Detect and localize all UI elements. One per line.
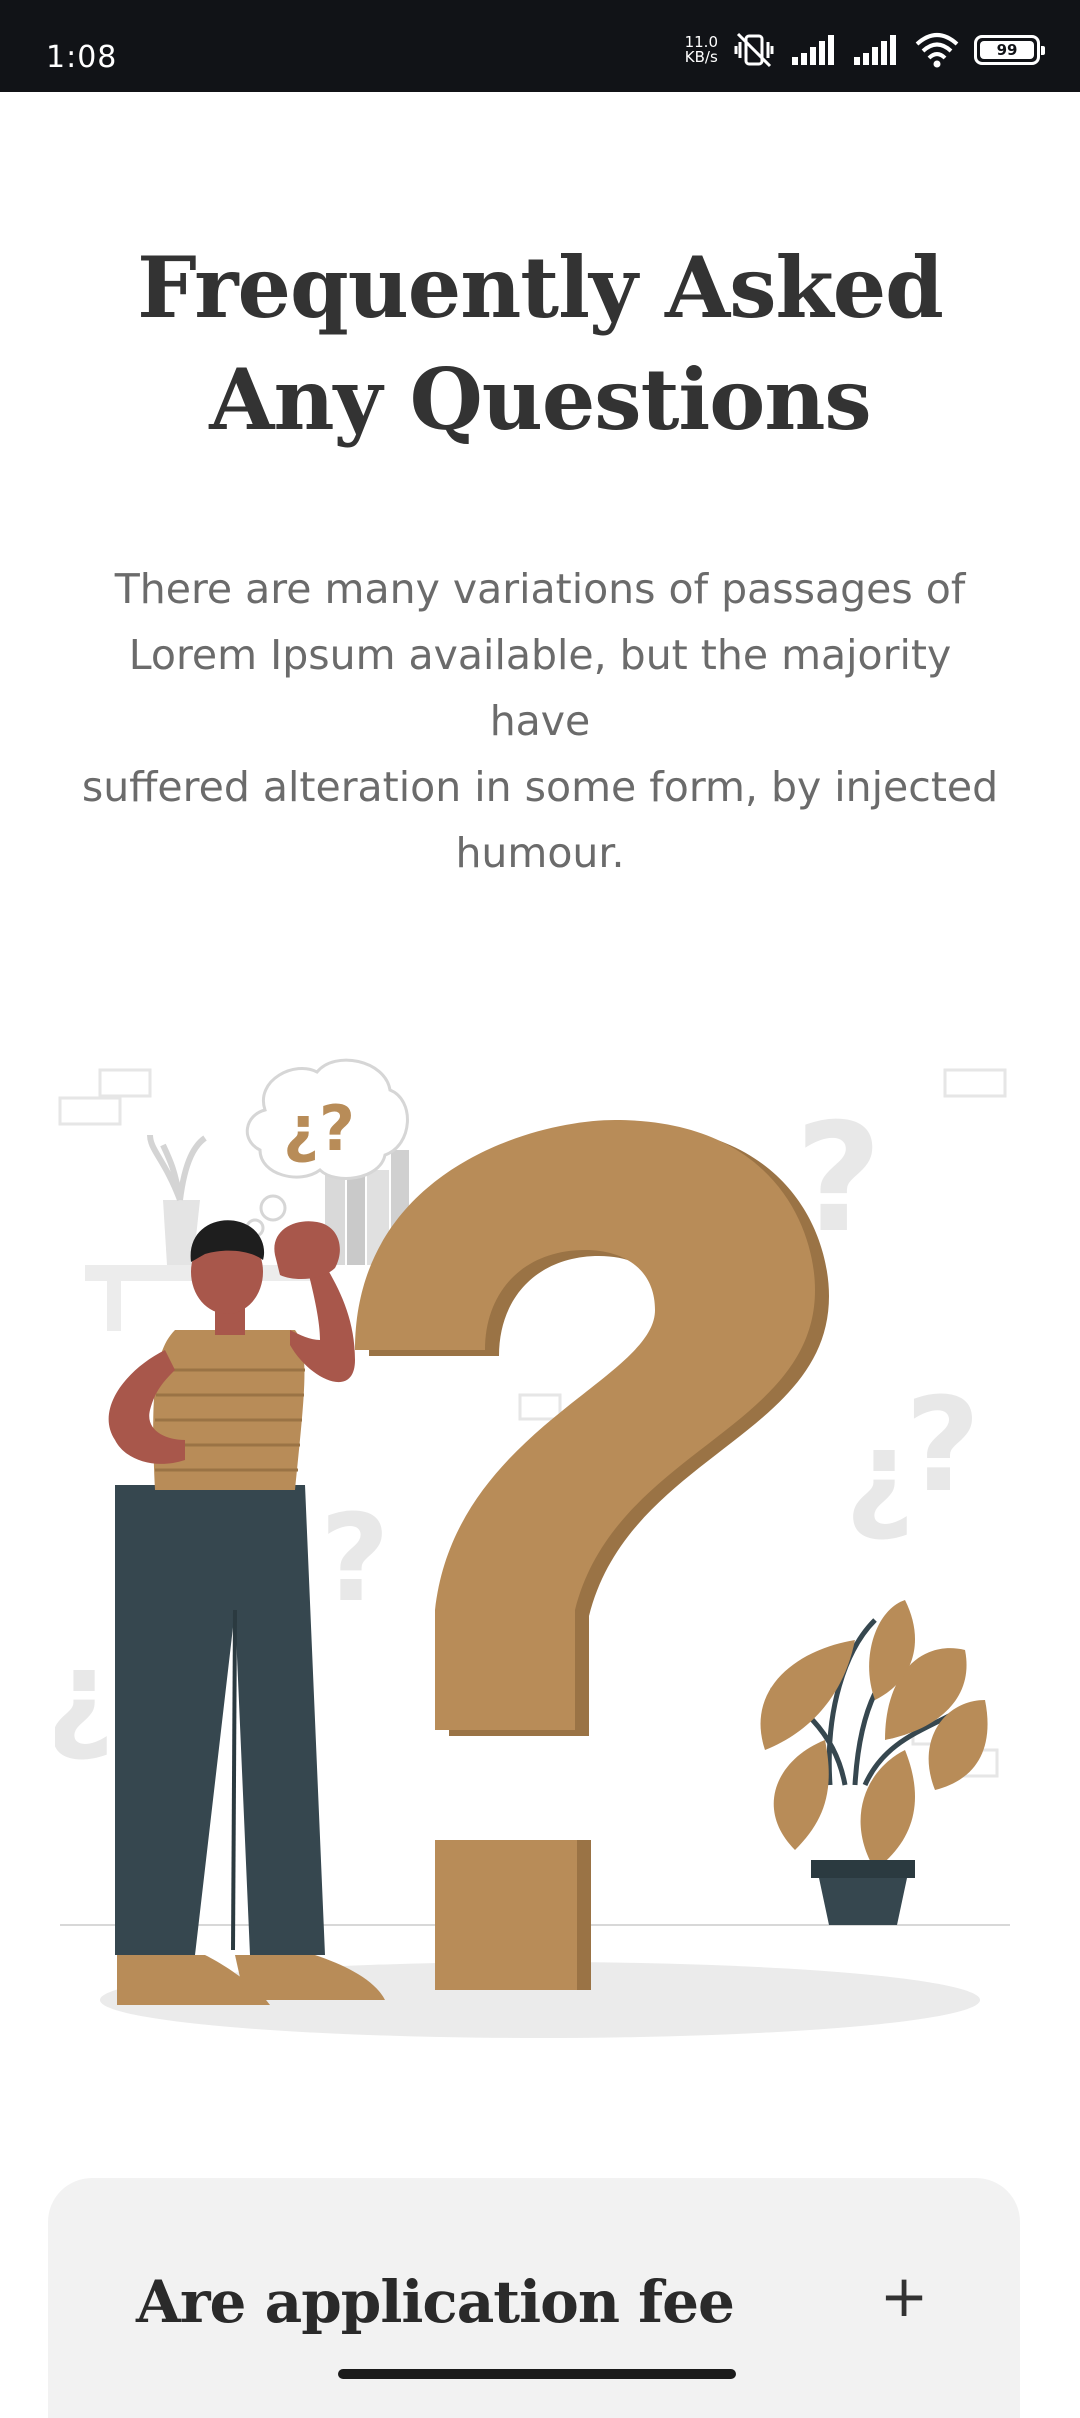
intro-line: suffered alteration in some form, by inj… <box>81 763 999 811</box>
page-title: Frequently Asked Any Questions <box>137 238 944 449</box>
signal-1-icon <box>792 35 834 65</box>
network-speed: 11.0 KB/s <box>685 35 718 65</box>
potted-plant <box>760 1600 988 1925</box>
intro-line: have <box>489 697 591 745</box>
home-indicator[interactable] <box>338 2369 736 2379</box>
svg-text:?: ? <box>55 1641 115 1780</box>
faq-item[interactable]: Are application fee + <box>48 2178 1020 2418</box>
faq-illustration: ? ? ? ? ? ¿? <box>55 1058 1010 2038</box>
signal-2-icon <box>854 35 896 65</box>
intro-line: humour. <box>455 829 625 877</box>
intro-line: Lorem Ipsum available, but the majority <box>128 631 952 679</box>
svg-text:?: ? <box>905 1369 980 1521</box>
status-icons: 11.0 KB/s 99 <box>685 30 1045 70</box>
network-speed-unit: KB/s <box>684 48 718 66</box>
vibrate-off-icon <box>734 32 774 68</box>
wifi-icon <box>915 33 959 68</box>
status-time: 1:08 <box>46 40 118 75</box>
big-question-mark <box>355 1120 829 1990</box>
svg-text:?: ? <box>320 1490 390 1629</box>
intro-text: There are many variations of passages of… <box>40 556 1040 886</box>
status-bar: 1:08 11.0 KB/s 99 <box>0 0 1080 92</box>
battery-percent: 99 <box>996 41 1018 59</box>
battery-icon: 99 <box>974 35 1045 65</box>
intro-line: There are many variations of passages of <box>114 565 966 613</box>
thought-bubble-text: ¿? <box>283 1092 355 1165</box>
faq-question[interactable]: Are application fee <box>136 2268 735 2336</box>
expand-plus-icon[interactable]: + <box>874 2266 934 2326</box>
svg-text:?: ? <box>845 1421 915 1560</box>
